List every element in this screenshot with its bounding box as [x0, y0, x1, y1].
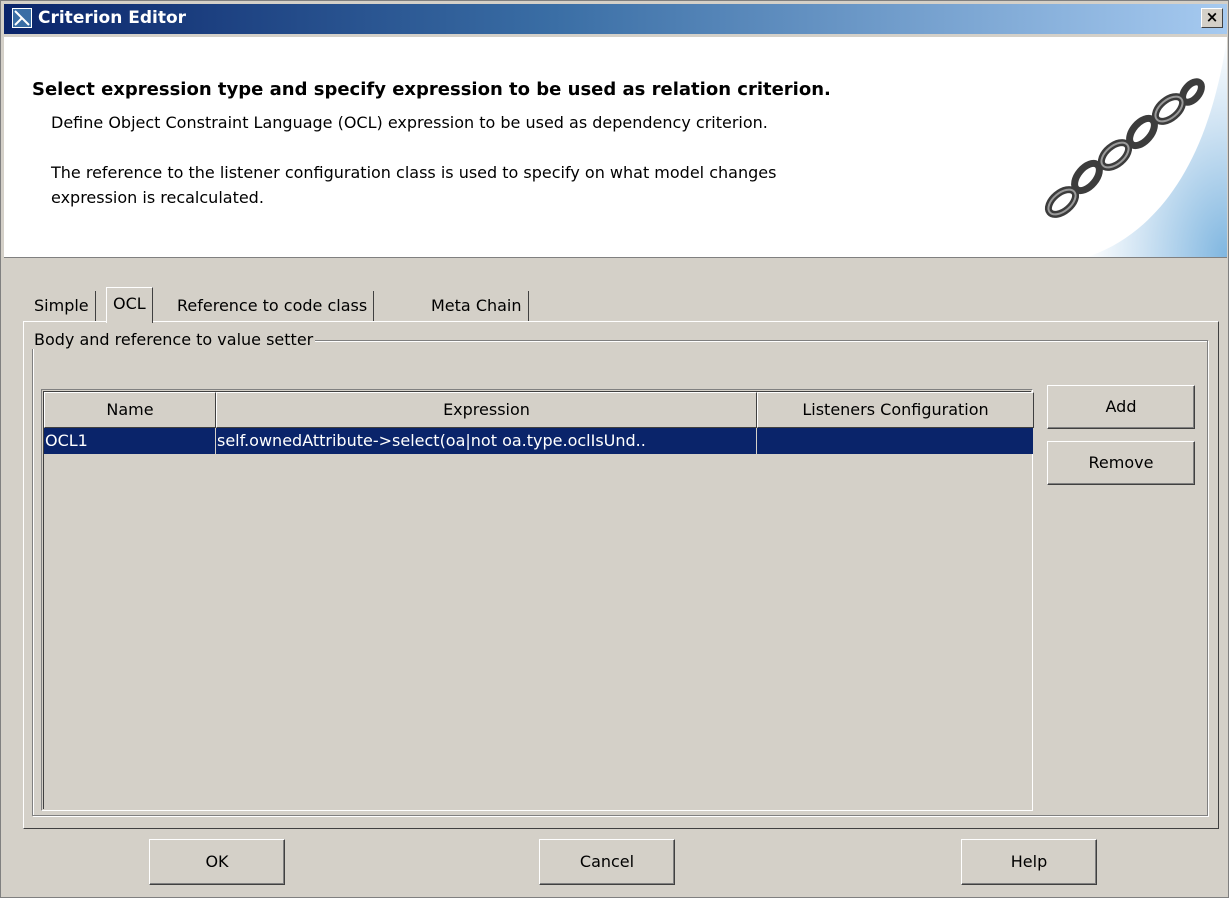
description-line-1: Define Object Constraint Language (OCL) …	[51, 113, 768, 132]
column-header-expression[interactable]: Expression	[216, 392, 757, 428]
cell-listeners[interactable]	[757, 428, 1034, 454]
cell-name[interactable]: OCL1	[44, 428, 216, 454]
expression-table[interactable]: Name Expression Listeners Configuration …	[41, 389, 1034, 811]
description-line-3: expression is recalculated.	[51, 188, 264, 207]
add-button[interactable]: Add	[1047, 385, 1195, 429]
description-line-2: The reference to the listener configurat…	[51, 163, 777, 182]
tab-label: OCL	[113, 294, 146, 313]
app-icon	[12, 8, 32, 28]
help-button[interactable]: Help	[961, 839, 1097, 885]
header-description: Define Object Constraint Language (OCL) …	[51, 110, 951, 210]
tab-label: Reference to code class	[177, 296, 368, 315]
tab-meta-chain[interactable]: Meta Chain	[425, 291, 529, 321]
header-title: Select expression type and specify expre…	[32, 79, 831, 100]
close-button[interactable]: ×	[1201, 8, 1223, 28]
ok-button[interactable]: OK	[149, 839, 285, 885]
cancel-button[interactable]: Cancel	[539, 839, 675, 885]
remove-button[interactable]: Remove	[1047, 441, 1195, 485]
column-header-name[interactable]: Name	[44, 392, 216, 428]
criterion-editor-dialog: Criterion Editor × Select expression typ…	[0, 0, 1229, 898]
group-legend: Body and reference to value setter	[32, 330, 316, 349]
tab-label: Simple	[34, 296, 89, 315]
title-bar[interactable]: Criterion Editor ×	[4, 4, 1227, 34]
tab-simple[interactable]: Simple	[28, 291, 96, 321]
window-title: Criterion Editor	[38, 8, 187, 28]
table-header: Name Expression Listeners Configuration	[44, 392, 1034, 428]
tab-label: Meta Chain	[431, 296, 522, 315]
cell-expression[interactable]: self.ownedAttribute->select(oa|not oa.ty…	[216, 428, 757, 454]
header-panel: Select expression type and specify expre…	[4, 37, 1227, 258]
tab-ocl[interactable]: OCL	[106, 287, 153, 323]
close-icon: ×	[1205, 8, 1219, 26]
chain-icon	[1044, 37, 1227, 257]
table-row[interactable]: OCL1 self.ownedAttribute->select(oa|not …	[44, 428, 1034, 454]
tab-reference-to-code-class[interactable]: Reference to code class	[171, 291, 375, 321]
column-header-listeners[interactable]: Listeners Configuration	[757, 392, 1034, 428]
